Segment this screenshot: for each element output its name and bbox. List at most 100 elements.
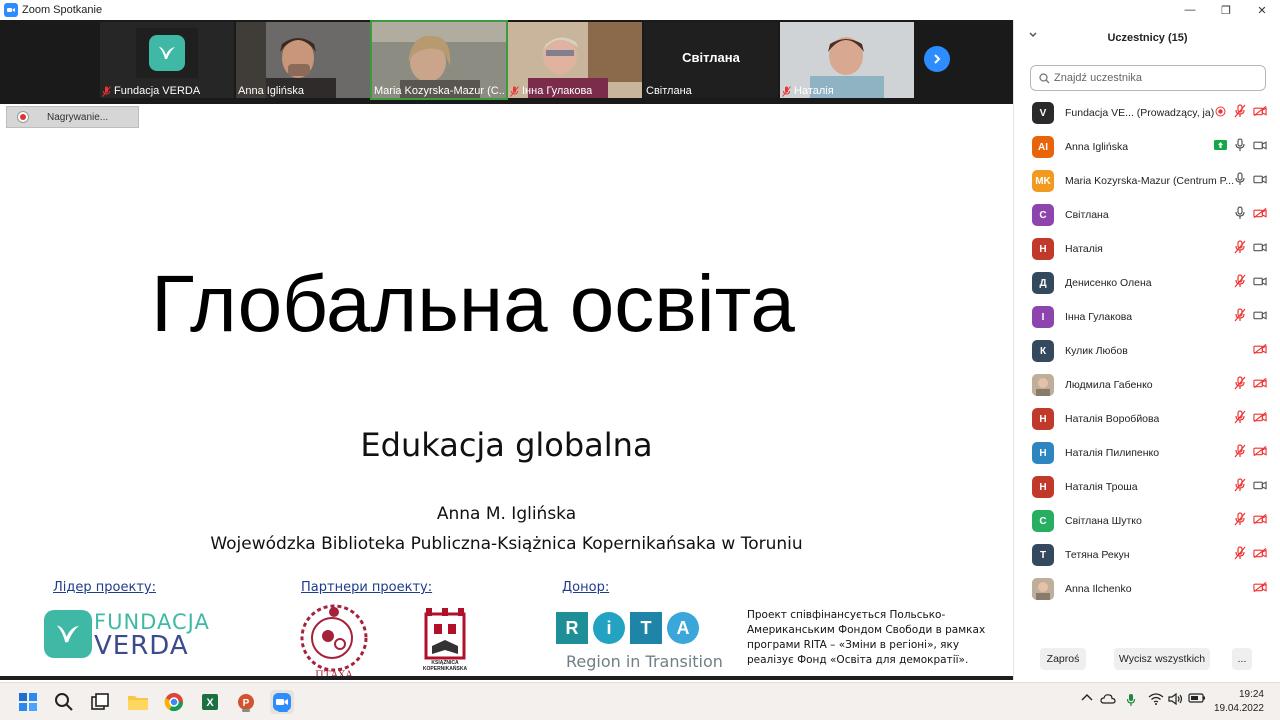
meeting-area: Fundacja VERDA Anna Iglińska Maria Kozyr… (0, 20, 1013, 682)
more-options-button[interactable]: ... (1232, 648, 1252, 670)
participant-search-input[interactable]: Znajdź uczestnika (1030, 65, 1266, 91)
recording-icon (1213, 104, 1227, 118)
slide-subtitle: Edukacja globalna (360, 426, 653, 464)
windows-logo-icon (19, 693, 37, 711)
chevron-right-icon (934, 54, 941, 64)
participant-row[interactable]: Н Наталія Троша (1014, 470, 1280, 504)
participant-status-icons (1233, 206, 1267, 220)
zoom-taskbar-button[interactable] (270, 690, 294, 714)
show-hidden-icons-button[interactable] (1080, 693, 1094, 701)
slide-divider (0, 676, 1013, 680)
video-off-icon (1253, 512, 1267, 526)
verda-logo-icon (44, 610, 92, 658)
video-off-icon (1253, 376, 1267, 390)
participants-header: Uczestnicy (15) (1014, 20, 1280, 56)
participant-status-icons (1233, 444, 1267, 458)
next-page-button[interactable] (924, 46, 950, 72)
video-tile[interactable]: Світлана Світлана (644, 22, 778, 98)
video-tile[interactable]: Fundacja VERDA (100, 22, 234, 98)
ptakha-logo: ПТАХА (300, 604, 368, 681)
wifi-button[interactable] (1148, 693, 1164, 705)
screen-share-icon (1213, 138, 1227, 152)
close-button[interactable]: ✕ (1244, 0, 1280, 20)
mic-muted-icon (1233, 410, 1247, 424)
participant-status-icons (1213, 104, 1267, 118)
onedrive-button[interactable] (1100, 693, 1116, 705)
participant-name: Anna Iglińska (1065, 141, 1129, 153)
excel-icon: X (202, 694, 218, 710)
video-off-icon (1253, 104, 1267, 118)
participant-row[interactable]: Anna Ilchenko (1014, 572, 1280, 606)
video-tile[interactable]: Інна Гулакова (508, 22, 642, 98)
mic-placeholder (1233, 342, 1247, 356)
microphone-icon (1233, 138, 1247, 152)
start-button[interactable] (16, 690, 40, 714)
participant-avatar: Н (1032, 442, 1054, 464)
record-icon (17, 111, 29, 123)
task-view-button[interactable] (88, 690, 112, 714)
participant-status-icons (1233, 376, 1267, 390)
mic-muted-icon (782, 85, 791, 97)
mic-muted-icon (1233, 104, 1247, 118)
powerpoint-button[interactable]: P (234, 690, 258, 714)
participant-avatar (1032, 374, 1054, 396)
microphone-tray-button[interactable] (1124, 693, 1138, 707)
mute-all-button[interactable]: Wycisz wszystkich (1114, 648, 1210, 670)
slide-institution: Wojewódzka Biblioteka Publiczna-Książnic… (210, 534, 803, 554)
participant-row[interactable]: Т Тетяна Рекун (1014, 538, 1280, 572)
video-off-icon (1253, 206, 1267, 220)
video-camera-icon (1253, 274, 1267, 288)
search-taskbar-button[interactable] (52, 690, 76, 714)
maximize-button[interactable]: ❐ (1208, 0, 1244, 20)
chrome-button[interactable] (162, 690, 186, 714)
participant-name: Людмила Габенко (1065, 379, 1153, 391)
file-explorer-button[interactable] (126, 690, 150, 714)
mic-muted-icon (510, 85, 519, 97)
participants-footer: Zaproś Wycisz wszystkich ... (1014, 648, 1280, 672)
excel-button[interactable]: X (198, 690, 222, 714)
minimize-button[interactable]: — (1172, 0, 1208, 20)
participant-status-icons (1233, 410, 1267, 424)
video-tile[interactable]: Anna Iglińska (236, 22, 370, 98)
participant-row[interactable]: Д Денисенко Олена (1014, 266, 1280, 300)
volume-button[interactable] (1168, 693, 1184, 705)
tile-label: Anna Iglińska (238, 85, 305, 97)
participant-row[interactable]: AI Anna Iglińska (1014, 130, 1280, 164)
invite-button[interactable]: Zaproś (1040, 648, 1086, 670)
participant-status-icons (1233, 308, 1267, 322)
video-tile[interactable]: Наталія (780, 22, 914, 98)
participant-row[interactable]: Людмила Габенко (1014, 368, 1280, 402)
window-controls: — ❐ ✕ (1172, 0, 1280, 20)
video-off-icon (1253, 580, 1267, 594)
participant-name: Наталія (1065, 243, 1103, 255)
battery-button[interactable] (1188, 693, 1206, 703)
participant-row[interactable]: Н Наталія Пилипенко (1014, 436, 1280, 470)
video-tile-active-speaker[interactable]: Maria Kozyrska-Mazur (C... (370, 20, 508, 100)
tile-label: Fundacja VERDA (102, 85, 200, 97)
participant-row[interactable]: С Світлана (1014, 198, 1280, 232)
rita-logo: R i T A Region in Transition (556, 612, 723, 671)
svg-text:X: X (206, 697, 214, 709)
taskbar-clock[interactable]: 19:24 19.04.2022 (1214, 688, 1264, 716)
participant-row[interactable]: V Fundacja VE... (Prowadzący, ja) (1014, 96, 1280, 130)
speaker-icon (1168, 693, 1183, 705)
mic-muted-icon (1233, 240, 1247, 254)
participant-row[interactable]: MK Maria Kozyrska-Mazur (Centrum P... (1014, 164, 1280, 198)
chrome-icon (164, 693, 183, 712)
participant-row[interactable]: Н Наталія (1014, 232, 1280, 266)
participant-row[interactable]: К Кулик Любов (1014, 334, 1280, 368)
participant-row[interactable]: С Світлана Шутко (1014, 504, 1280, 538)
participant-avatar: С (1032, 510, 1054, 532)
participant-status-icons (1233, 478, 1267, 492)
zoom-logo-icon (4, 3, 18, 17)
recording-indicator[interactable]: Nagrywanie... (6, 106, 139, 128)
participant-row[interactable]: І Інна Гулакова (1014, 300, 1280, 334)
mic-muted-icon (1233, 308, 1247, 322)
participant-list: V Fundacja VE... (Prowadzący, ja) AI Anna I… (1014, 96, 1280, 606)
mic-placeholder (1233, 580, 1247, 594)
search-icon (1039, 72, 1050, 83)
tile-big-name: Світлана (682, 50, 740, 65)
chevron-down-icon[interactable] (1028, 30, 1038, 40)
video-camera-icon (1253, 478, 1267, 492)
participant-row[interactable]: Н Наталія Воробйова (1014, 402, 1280, 436)
